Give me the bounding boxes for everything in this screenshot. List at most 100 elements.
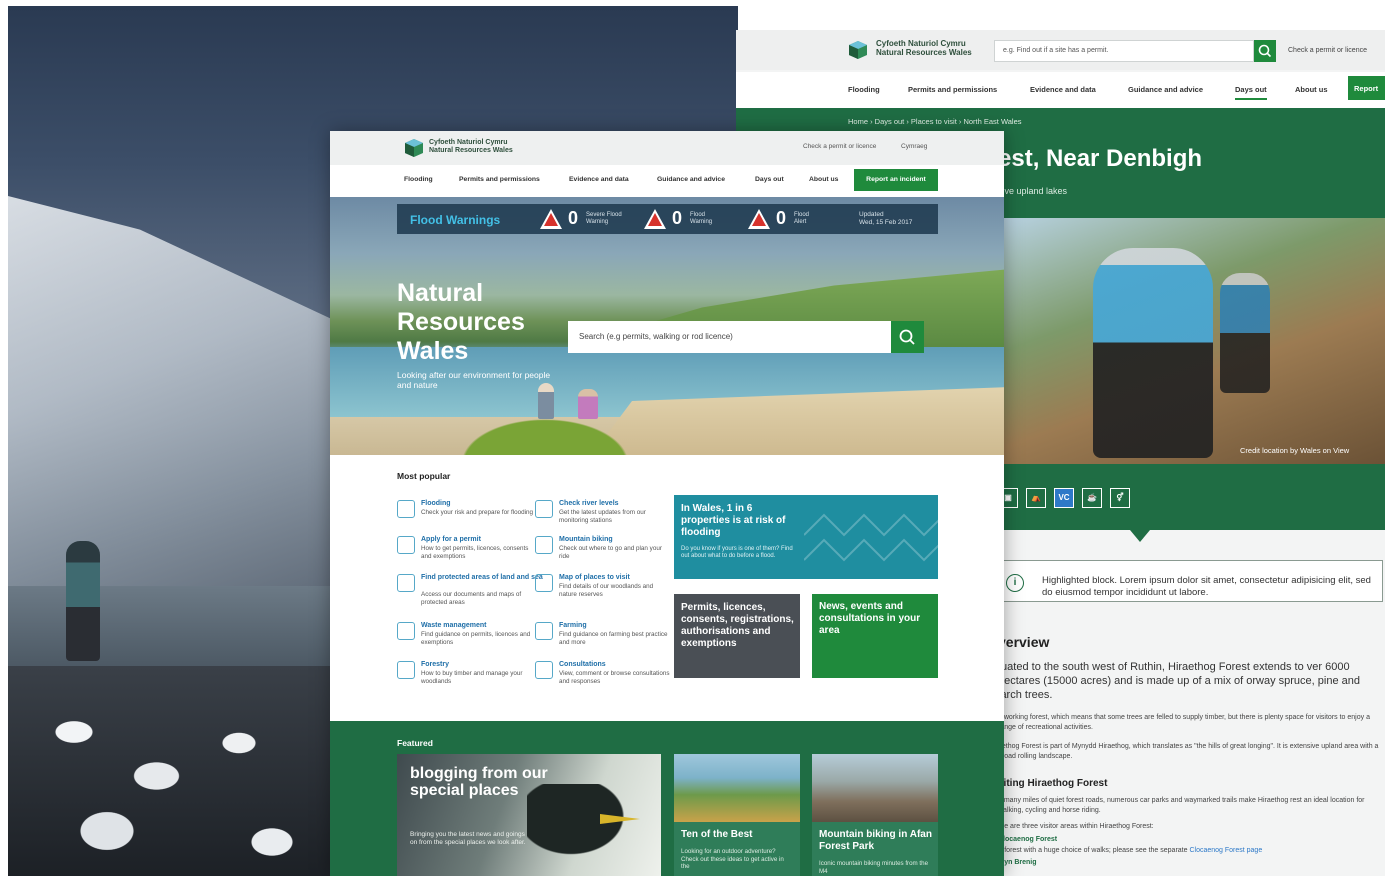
nav-flooding[interactable]: Flooding <box>848 85 880 94</box>
report-incident-button[interactable]: Report an incident <box>854 169 938 191</box>
tractor-icon <box>535 622 553 640</box>
popular-item-title[interactable]: Waste management <box>421 622 486 629</box>
popular-item-title[interactable]: Find protected areas of land and sea <box>421 574 543 581</box>
trees-icon <box>397 661 415 679</box>
nav-flooding[interactable]: Flooding <box>404 176 433 183</box>
search-button[interactable] <box>1254 40 1276 62</box>
brand-line-english: Natural Resources Wales <box>429 147 513 154</box>
document-icon <box>397 536 415 554</box>
news-tile-heading[interactable]: News, events and consultations in your a… <box>819 601 934 637</box>
snowy-rocks <box>8 666 338 876</box>
warning-triangle-inner <box>544 213 558 226</box>
nav-evidence[interactable]: Evidence and data <box>569 176 629 183</box>
cyclist-figure <box>1093 248 1213 458</box>
permits-tile-heading[interactable]: Permits, licences, consents, registratio… <box>681 602 796 650</box>
grassy-mound <box>450 413 640 455</box>
overview-paragraph: aethog Forest is part of Mynydd Hiraetho… <box>998 743 1379 760</box>
search-input[interactable]: e.g. Find out if a site has a permit. <box>994 40 1254 62</box>
popular-item-title[interactable]: Map of places to visit <box>559 574 630 581</box>
flood-updated: Updated Wed, 15 Feb 2017 <box>859 211 912 227</box>
bike-icon <box>535 536 553 554</box>
info-icon: i <box>1006 574 1024 592</box>
warning-label: Flood Warning <box>690 212 712 226</box>
nav-about[interactable]: About us <box>809 176 838 183</box>
search-input[interactable]: Search (e.g permits, walking or rod lice… <box>568 321 891 353</box>
warning-label: Flood Alert <box>794 212 809 226</box>
featured-card-heading[interactable]: Ten of the Best <box>681 829 796 841</box>
mountain-bikers-photo <box>998 218 1385 464</box>
check-permit-link[interactable]: Check a permit or licence <box>1288 47 1367 54</box>
overview-heading: verview <box>998 634 1050 650</box>
popular-item-title[interactable]: Check river levels <box>559 500 619 507</box>
warning-label-line: Alert <box>794 219 807 225</box>
featured-heading: Featured <box>397 738 433 748</box>
updated-label: Updated <box>859 211 884 218</box>
cyclist-figure <box>1220 273 1270 393</box>
warning-triangle-inner <box>752 213 766 226</box>
nav-about[interactable]: About us <box>1295 85 1328 94</box>
visiting-heading: siting Hiraethog Forest <box>998 778 1108 789</box>
check-permit-link[interactable]: Check a permit or licence <box>803 143 876 150</box>
photo-credit: Credit location by Wales on View <box>1240 446 1350 455</box>
report-button[interactable]: Report <box>1348 76 1385 100</box>
popular-item-title[interactable]: Farming <box>559 622 587 629</box>
nav-guidance[interactable]: Guidance and advice <box>1128 85 1203 94</box>
search-button[interactable] <box>891 321 924 353</box>
nav-permits[interactable]: Permits and permissions <box>908 85 997 94</box>
warning-triangle-inner <box>648 213 662 226</box>
popular-item-desc: Check your risk and prepare for flooding <box>421 509 534 516</box>
language-link[interactable]: Cymraeg <box>901 143 927 150</box>
popular-item-desc: View, comment or browse consultations an… <box>559 670 670 685</box>
featured-blog-text: Bringing you the latest news and goings … <box>410 831 526 846</box>
most-popular-heading: Most popular <box>397 471 451 481</box>
snowy-mountain <box>8 196 338 616</box>
page-subtitle: sive upland lakes <box>998 186 1068 196</box>
clocaenog-page-link[interactable]: Clocaenog Forest page <box>1189 847 1262 854</box>
nrw-logo-icon[interactable] <box>848 40 868 60</box>
warning-label-line: Flood <box>690 212 706 218</box>
featured-card-heading[interactable]: Mountain biking in Afan Forest Park <box>819 829 934 853</box>
popular-item-title[interactable]: Apply for a permit <box>421 536 481 543</box>
warning-label-line: Warning <box>690 219 713 225</box>
hiker-figure <box>66 541 100 661</box>
hikers-image <box>674 754 800 822</box>
popular-item-desc: How to get permits, licences, consents a… <box>421 545 529 560</box>
featured-card-text: Looking for an outdoor adventure? Check … <box>681 848 784 870</box>
band-notch <box>1130 530 1150 542</box>
zigzag-pattern <box>804 513 938 562</box>
picnic-icon: ⛺ <box>1026 488 1046 508</box>
person-figure <box>578 389 598 419</box>
mountain-biker-image <box>812 754 938 822</box>
search-icon <box>899 329 915 345</box>
nav-guidance[interactable]: Guidance and advice <box>657 176 725 183</box>
warning-label-line: Warning <box>586 219 609 225</box>
nav-permits[interactable]: Permits and permissions <box>459 176 540 183</box>
hero-title: Natural Resources Wales <box>397 279 525 365</box>
clocaenog-desc: A forest with a huge choice of walks; pl… <box>998 846 1385 856</box>
featured-card-afan[interactable] <box>812 754 938 876</box>
clocaenog-link[interactable]: Clocaenog Forest <box>998 836 1057 843</box>
popular-item-desc: Access our documents and maps of protect… <box>421 591 522 606</box>
popular-item-title[interactable]: Flooding <box>421 500 451 507</box>
nav-days-out[interactable]: Days out <box>1235 85 1267 100</box>
flood-risk-heading[interactable]: In Wales, 1 in 6 properties is at risk o… <box>681 503 801 539</box>
waste-icon <box>397 622 415 640</box>
nav-evidence[interactable]: Evidence and data <box>1030 85 1096 94</box>
speech-bubbles-icon <box>535 661 553 679</box>
featured-blog-heading[interactable]: blogging from our special places <box>410 765 550 799</box>
popular-item-title[interactable]: Consultations <box>559 661 606 668</box>
cafe-icon: ☕ <box>1082 488 1102 508</box>
nav-days-out[interactable]: Days out <box>755 176 784 183</box>
nrw-logo-icon[interactable] <box>404 138 424 158</box>
highlighted-text: Highlighted block. Lorem ipsum dolor sit… <box>1042 575 1371 598</box>
breadcrumb[interactable]: Home › Days out › Places to visit › Nort… <box>848 117 1022 126</box>
brand-name: Cyfoeth Naturiol Cymru Natural Resources… <box>876 39 972 57</box>
warning-label-line: Severe Flood <box>586 212 622 218</box>
popular-item-title[interactable]: Forestry <box>421 661 449 668</box>
flood-warnings-title[interactable]: Flood Warnings <box>410 213 500 227</box>
visitor-centre-icon: VC <box>1054 488 1074 508</box>
brand-line-english: Natural Resources Wales <box>876 48 972 57</box>
main-nav: Flooding Permits and permissions Evidenc… <box>736 72 1385 108</box>
globe-icon <box>397 574 415 592</box>
popular-item-title[interactable]: Mountain biking <box>559 536 613 543</box>
